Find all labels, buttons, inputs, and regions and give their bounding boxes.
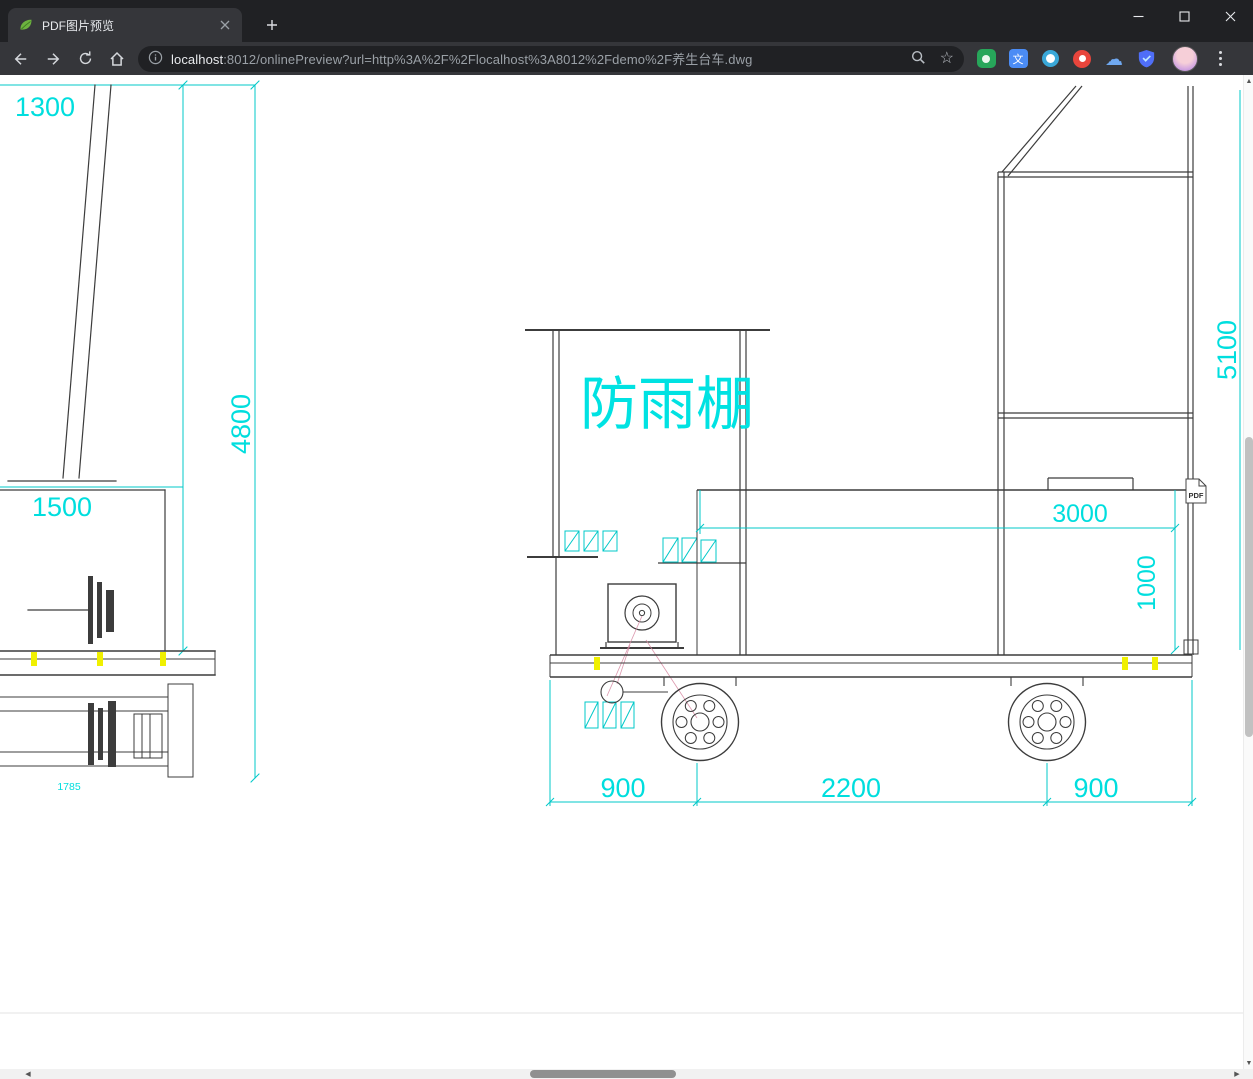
horizontal-scroll-thumb[interactable] (530, 1070, 676, 1078)
rain-shelter-label: 防雨棚 (580, 372, 754, 437)
url-path: :8012/onlinePreview?url=http%3A%2F%2Floc… (223, 52, 753, 67)
scroll-right-arrow[interactable]: ▶ (1231, 1069, 1243, 1079)
url-text: localhost:8012/onlinePreview?url=http%3A… (171, 49, 902, 68)
window-close-button[interactable] (1207, 0, 1253, 32)
site-info-icon[interactable] (148, 50, 163, 68)
new-tab-button[interactable] (261, 14, 283, 36)
dim-900-rear: 900 (1073, 773, 1118, 803)
pdf-file-icon: PDF (1185, 478, 1207, 504)
extension-red-icon[interactable] (1070, 47, 1094, 71)
zoom-icon[interactable] (910, 49, 926, 68)
window-maximize-button[interactable] (1161, 0, 1207, 32)
window-minimize-button[interactable] (1115, 0, 1161, 32)
window-controls (1115, 0, 1253, 32)
browser-titlebar: PDF图片预览 (0, 0, 1253, 42)
dwg-preview-area: 1300 4800 1500 1785 5100 3000 1000 900 2… (0, 75, 1243, 1069)
shield-icon[interactable] (1134, 47, 1158, 71)
tab-title: PDF图片预览 (42, 18, 115, 33)
back-button[interactable] (8, 46, 34, 72)
browser-navbar: localhost:8012/onlinePreview?url=http%3A… (0, 42, 1253, 75)
dim-1300: 1300 (15, 92, 75, 122)
scroll-up-arrow[interactable]: ▲ (1244, 75, 1253, 87)
dim-3000: 3000 (1052, 500, 1108, 528)
menu-kebab-icon[interactable] (1210, 46, 1230, 72)
scroll-left-arrow[interactable]: ◀ (22, 1069, 34, 1079)
reload-button[interactable] (72, 46, 98, 72)
vertical-scrollbar[interactable]: ▲ ▼ (1243, 75, 1253, 1069)
spring-leaf-favicon (20, 19, 32, 30)
bookmark-star-icon[interactable]: ☆ (940, 50, 954, 67)
browser-tab[interactable]: PDF图片预览 (8, 8, 242, 42)
home-button[interactable] (104, 46, 130, 72)
cloud-icon[interactable]: ☁ (1102, 47, 1126, 71)
dim-900-front: 900 (600, 773, 645, 803)
profile-avatar[interactable] (1172, 45, 1198, 72)
url-host: localhost (171, 52, 224, 67)
dim-5100: 5100 (1212, 320, 1242, 380)
address-bar[interactable]: localhost:8012/onlinePreview?url=http%3A… (138, 45, 964, 72)
extension-green-icon[interactable] (974, 47, 998, 71)
dim-1000: 1000 (1133, 555, 1161, 611)
right-wheel (1007, 682, 1087, 762)
dimension-labels: 1300 4800 1500 1785 5100 3000 1000 900 2… (15, 92, 1242, 803)
vertical-scroll-thumb[interactable] (1245, 437, 1253, 737)
dim-1500: 1500 (32, 492, 92, 522)
left-wheel (660, 682, 740, 762)
dim-2200: 2200 (821, 773, 881, 803)
left-elevation (0, 80, 260, 783)
scroll-down-arrow[interactable]: ▼ (1244, 1057, 1253, 1069)
dim-1785: 1785 (57, 781, 81, 793)
cad-drawing-canvas: 1300 4800 1500 1785 5100 3000 1000 900 2… (0, 80, 1243, 1014)
horizontal-scrollbar[interactable]: ◀ ▶ (0, 1069, 1243, 1079)
tab-close-icon[interactable] (216, 16, 234, 34)
extension-ring-icon[interactable] (1038, 47, 1062, 71)
pdf-badge-text: PDF (1189, 491, 1204, 500)
scrollbar-corner (1243, 1069, 1253, 1079)
dim-4800: 4800 (226, 394, 256, 454)
translate-icon[interactable]: 文 (1006, 47, 1030, 71)
forward-button[interactable] (40, 46, 66, 72)
